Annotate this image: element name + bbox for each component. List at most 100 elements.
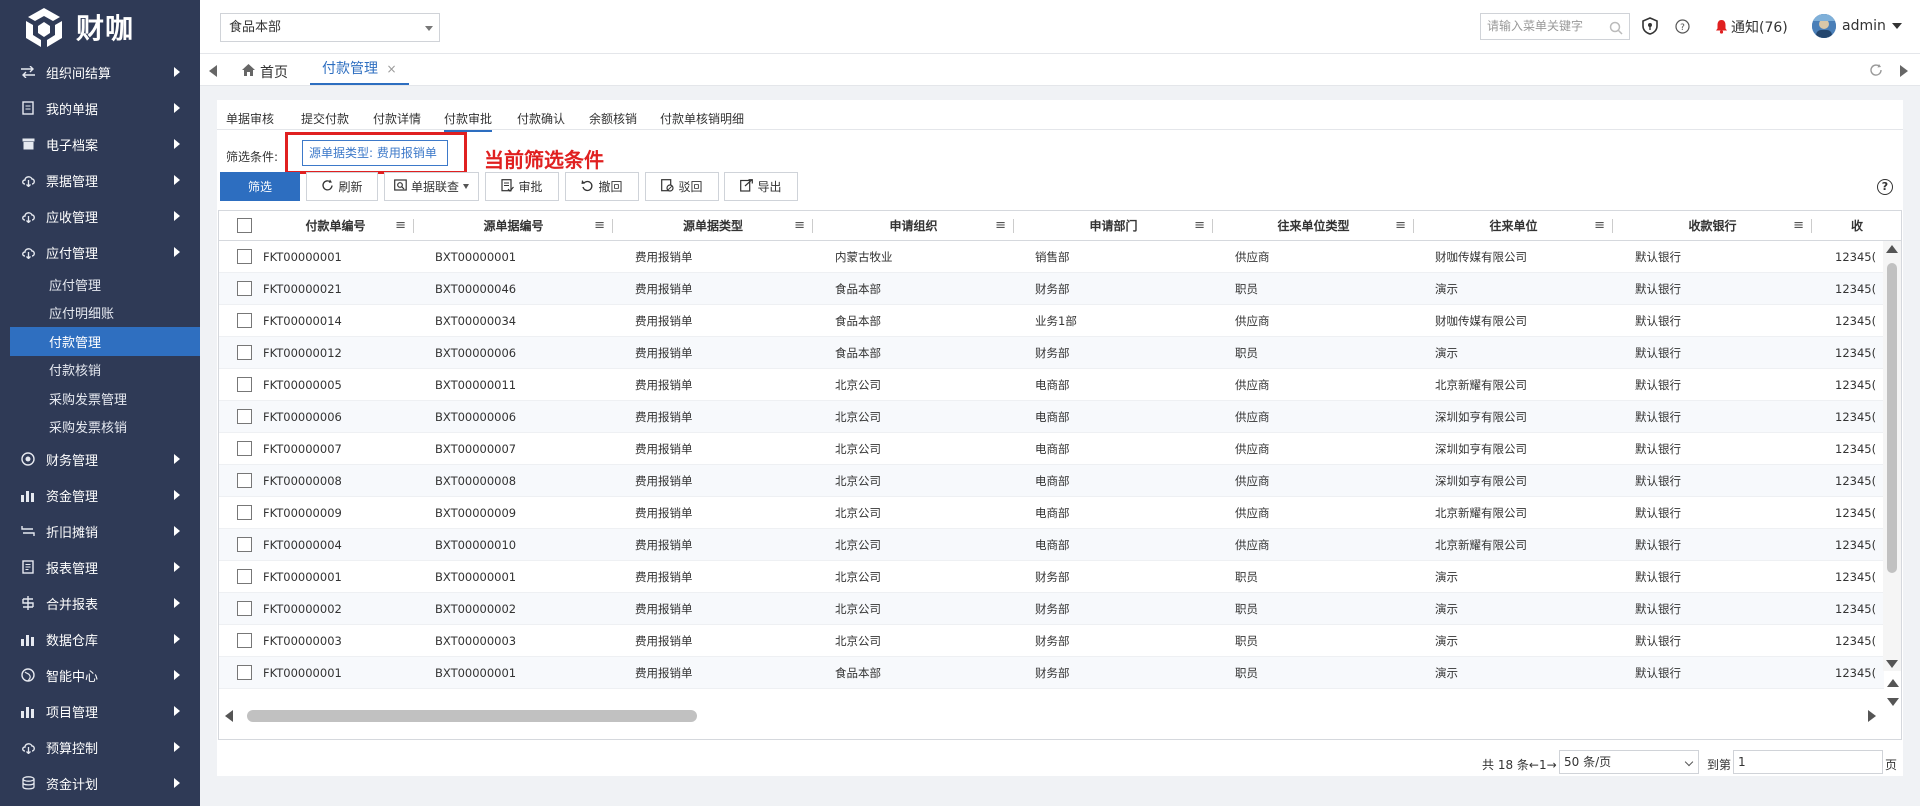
sidebar-item-top-4[interactable]: 应收管理 bbox=[0, 198, 200, 234]
tab-scroll-right-icon[interactable] bbox=[1900, 65, 1908, 77]
scroll-up-icon[interactable] bbox=[1887, 679, 1899, 687]
tab-scroll-left-icon[interactable] bbox=[209, 65, 217, 77]
table-row[interactable]: FKT00000008 BXT00000008 费用报销单 北京公司 电商部 供应商 深圳如… bbox=[219, 465, 1884, 497]
column-header[interactable]: 往来单位 ≡ bbox=[1414, 211, 1613, 241]
filter-button[interactable]: 筛选 bbox=[220, 172, 300, 201]
column-menu-icon[interactable]: ≡ bbox=[594, 211, 605, 241]
subtab-6[interactable]: 付款单核销明细 bbox=[660, 110, 744, 127]
export-button[interactable]: 导出 bbox=[724, 172, 798, 201]
column-menu-icon[interactable]: ≡ bbox=[1395, 211, 1406, 241]
column-header[interactable]: 往来单位类型 ≡ bbox=[1213, 211, 1414, 241]
column-header[interactable]: 收款银行 ≡ bbox=[1613, 211, 1812, 241]
column-header[interactable]: 源单据类型 ≡ bbox=[613, 211, 813, 241]
horizontal-scroll-thumb[interactable] bbox=[247, 710, 697, 722]
sidebar-item-bottom-7[interactable]: 项目管理 bbox=[0, 693, 200, 729]
scroll-down-icon[interactable] bbox=[1886, 660, 1898, 668]
row-checkbox[interactable] bbox=[237, 441, 252, 456]
column-header[interactable]: 申请组织 ≡ bbox=[813, 211, 1014, 241]
column-header[interactable]: 付款单编号 ≡ bbox=[257, 211, 414, 241]
close-icon[interactable]: × bbox=[386, 62, 396, 76]
sidebar-subitem-3[interactable]: 付款核销 bbox=[0, 356, 200, 385]
org-select[interactable]: 食品本部 bbox=[220, 13, 440, 42]
sidebar-item-bottom-3[interactable]: 报表管理 bbox=[0, 549, 200, 585]
row-checkbox[interactable] bbox=[237, 409, 252, 424]
scroll-right-icon[interactable] bbox=[1868, 710, 1876, 722]
vertical-scrollbar[interactable] bbox=[1883, 241, 1901, 671]
table-row[interactable]: FKT00000005 BXT00000011 费用报销单 北京公司 电商部 供应商 北京新… bbox=[219, 369, 1884, 401]
table-row[interactable]: FKT00000003 BXT00000003 费用报销单 北京公司 财务部 职员 演示 默认… bbox=[219, 625, 1884, 657]
row-checkbox[interactable] bbox=[237, 345, 252, 360]
table-row[interactable]: FKT00000009 BXT00000009 费用报销单 北京公司 电商部 供应商 北京新… bbox=[219, 497, 1884, 529]
column-header[interactable]: 申请部门 ≡ bbox=[1014, 211, 1213, 241]
column-header[interactable]: 收 bbox=[1812, 211, 1901, 241]
subtab-3[interactable]: 付款审批 bbox=[444, 110, 493, 132]
sidebar-item-bottom-1[interactable]: 资金管理 bbox=[0, 477, 200, 513]
subtab-1[interactable]: 提交付款 bbox=[301, 110, 349, 127]
sidebar-item-bottom-0[interactable]: 财务管理 bbox=[0, 441, 200, 477]
menu-search-input[interactable]: 请输入菜单关键字 bbox=[1480, 13, 1630, 40]
sidebar-item-bottom-9[interactable]: 资金计划 bbox=[0, 765, 200, 801]
column-menu-icon[interactable]: ≡ bbox=[1194, 211, 1205, 241]
sidebar-item-bottom-6[interactable]: 智能中心 bbox=[0, 657, 200, 693]
column-header[interactable]: 源单据编号 ≡ bbox=[414, 211, 613, 241]
refresh-icon[interactable] bbox=[1869, 63, 1883, 81]
table-row[interactable]: FKT00000012 BXT00000006 费用报销单 食品本部 财务部 职员 演示 默认… bbox=[219, 337, 1884, 369]
sidebar-item-top-3[interactable]: 票据管理 bbox=[0, 162, 200, 198]
sidebar-subitem-4[interactable]: 采购发票管理 bbox=[0, 384, 200, 413]
link-query-button[interactable]: 单据联查 bbox=[384, 172, 479, 201]
row-checkbox[interactable] bbox=[237, 473, 252, 488]
row-checkbox[interactable] bbox=[237, 665, 252, 680]
reject-button[interactable]: 驳回 bbox=[645, 172, 719, 201]
refresh-button[interactable]: 刷新 bbox=[306, 172, 378, 201]
row-checkbox[interactable] bbox=[237, 505, 252, 520]
goto-page-input[interactable]: 1 bbox=[1733, 750, 1883, 774]
column-menu-icon[interactable]: ≡ bbox=[794, 211, 805, 241]
scroll-down-icon[interactable] bbox=[1887, 698, 1899, 706]
column-menu-icon[interactable]: ≡ bbox=[995, 211, 1006, 241]
table-row[interactable]: FKT00000014 BXT00000034 费用报销单 食品本部 业务1部 供应商 财咖… bbox=[219, 305, 1884, 337]
sidebar-item-top-2[interactable]: 电子档案 bbox=[0, 126, 200, 162]
row-checkbox[interactable] bbox=[237, 601, 252, 616]
row-checkbox[interactable] bbox=[237, 633, 252, 648]
user-menu[interactable]: admin bbox=[1812, 14, 1902, 38]
notice-link[interactable]: 通知(76) bbox=[1715, 17, 1788, 38]
row-checkbox[interactable] bbox=[237, 537, 252, 552]
table-row[interactable]: FKT00000004 BXT00000010 费用报销单 北京公司 电商部 供应商 北京新… bbox=[219, 529, 1884, 561]
shield-icon[interactable] bbox=[1642, 17, 1658, 39]
sidebar-subitem-5[interactable]: 采购发票核销 bbox=[0, 413, 200, 442]
row-checkbox[interactable] bbox=[237, 281, 252, 296]
scroll-up-icon[interactable] bbox=[1886, 245, 1898, 253]
page-size-select[interactable]: 50 条/页 bbox=[1559, 750, 1699, 774]
sidebar-item-top-5[interactable]: 应付管理 bbox=[0, 234, 200, 270]
sidebar-subitem-2[interactable]: 付款管理 bbox=[10, 327, 200, 356]
subtab-0[interactable]: 单据审核 bbox=[226, 110, 274, 127]
table-row[interactable]: FKT00000006 BXT00000006 费用报销单 北京公司 电商部 供应商 深圳如… bbox=[219, 401, 1884, 433]
subtab-5[interactable]: 余额核销 bbox=[589, 110, 637, 127]
horizontal-scrollbar[interactable] bbox=[219, 704, 1884, 726]
row-checkbox[interactable] bbox=[237, 377, 252, 392]
row-checkbox[interactable] bbox=[237, 569, 252, 584]
help-icon[interactable]: ? bbox=[1877, 179, 1893, 195]
column-menu-icon[interactable]: ≡ bbox=[1793, 211, 1804, 241]
search-icon[interactable] bbox=[1609, 19, 1623, 44]
sidebar-subitem-1[interactable]: 应付明细账 bbox=[0, 299, 200, 328]
row-checkbox[interactable] bbox=[237, 313, 252, 328]
pagination-total[interactable]: 共 18 条←1→ bbox=[1482, 756, 1557, 773]
table-row[interactable]: FKT00000002 BXT00000002 费用报销单 北京公司 财务部 职员 演示 默认… bbox=[219, 593, 1884, 625]
select-all-checkbox[interactable] bbox=[237, 218, 252, 233]
table-row[interactable]: FKT00000021 BXT00000046 费用报销单 食品本部 财务部 职员 演示 默认… bbox=[219, 273, 1884, 305]
sidebar-item-bottom-4[interactable]: 合并报表 bbox=[0, 585, 200, 621]
sidebar-item-bottom-8[interactable]: 预算控制 bbox=[0, 729, 200, 765]
column-menu-icon[interactable]: ≡ bbox=[1594, 211, 1605, 241]
sidebar-item-top-0[interactable]: 组织间结算 bbox=[0, 54, 200, 90]
sidebar-item-bottom-2[interactable]: 折旧摊销 bbox=[0, 513, 200, 549]
sidebar-subitem-0[interactable]: 应付管理 bbox=[0, 270, 200, 299]
table-row[interactable]: FKT00000001 BXT00000001 费用报销单 北京公司 财务部 职员 演示 默认… bbox=[219, 561, 1884, 593]
help-icon[interactable]: ? bbox=[1675, 19, 1690, 38]
approve-button[interactable]: 审批 bbox=[485, 172, 559, 201]
revoke-button[interactable]: 撤回 bbox=[565, 172, 639, 201]
sidebar-item-top-1[interactable]: 我的单据 bbox=[0, 90, 200, 126]
row-checkbox[interactable] bbox=[237, 249, 252, 264]
tab-payment-management[interactable]: 付款管理 × bbox=[310, 54, 409, 85]
scroll-left-icon[interactable] bbox=[225, 710, 233, 722]
